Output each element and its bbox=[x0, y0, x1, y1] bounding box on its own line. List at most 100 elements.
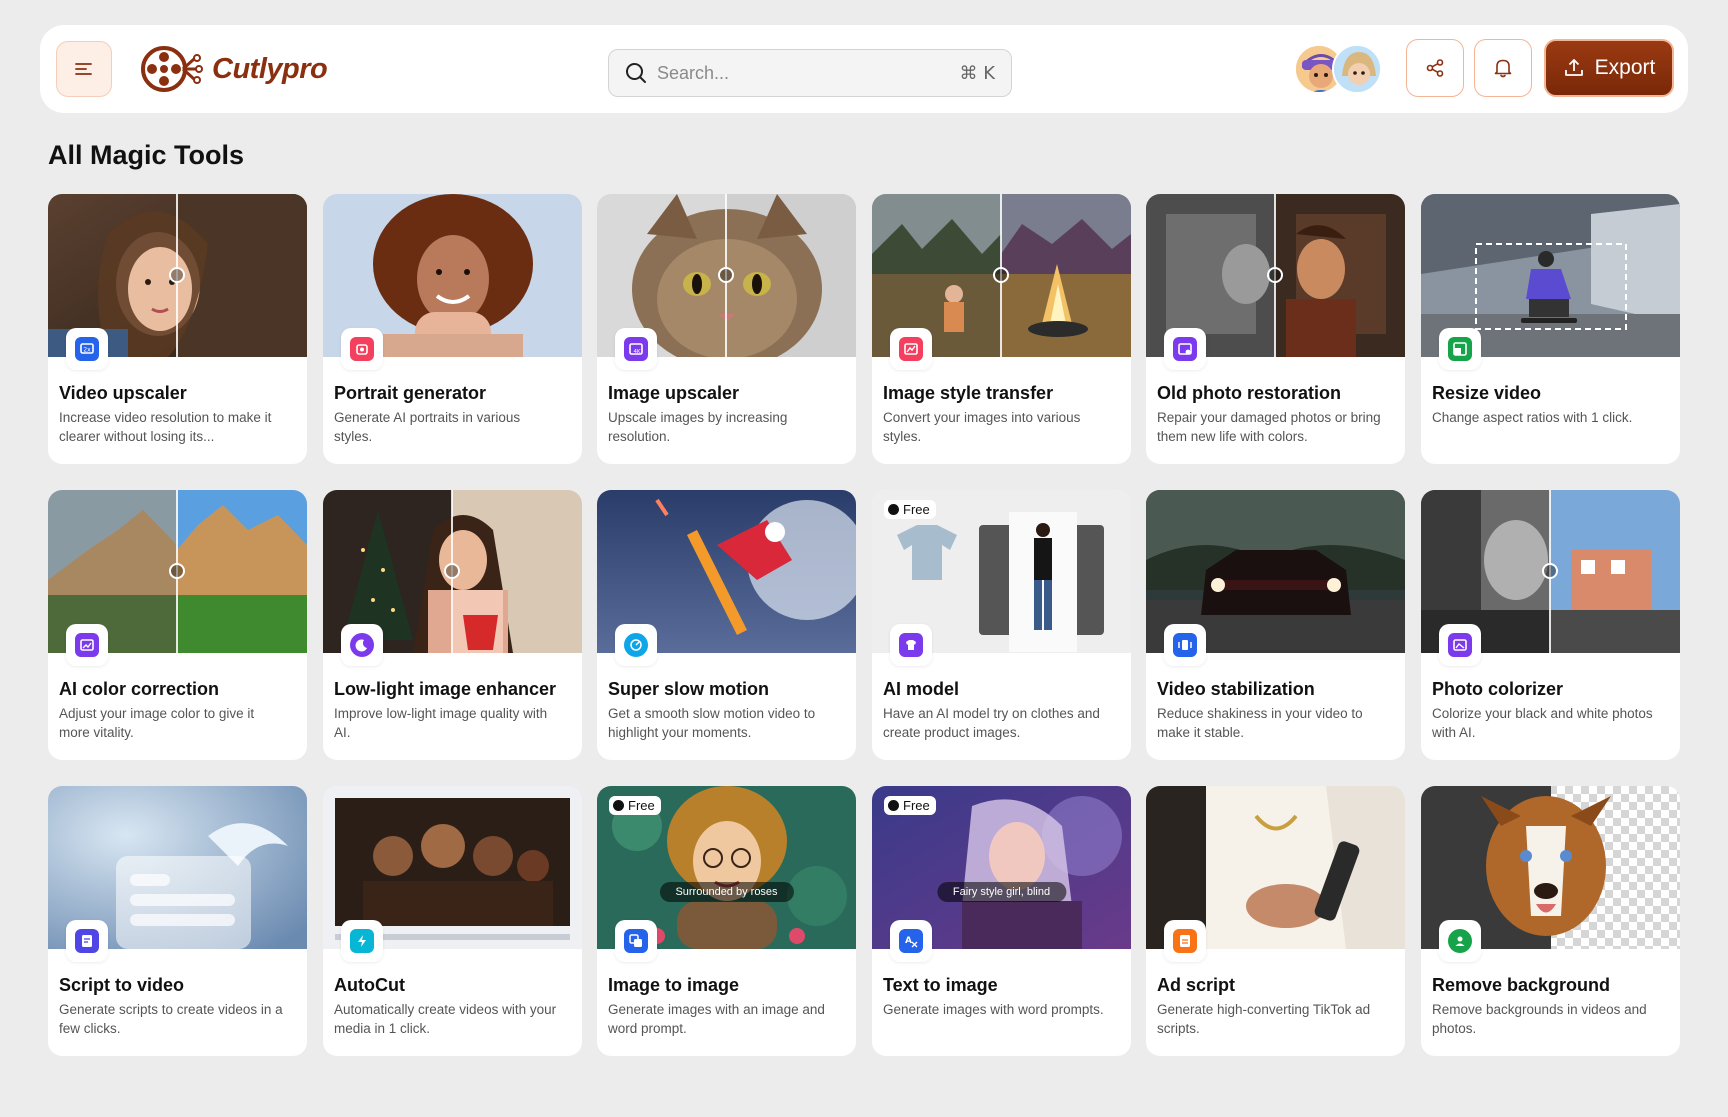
tool-badge bbox=[1164, 624, 1206, 666]
film-reel-icon bbox=[141, 46, 203, 92]
photo-restore-icon bbox=[1178, 343, 1192, 355]
colorize-icon bbox=[1453, 639, 1467, 651]
tool-badge: 2x bbox=[66, 328, 108, 370]
slow-motion-icon bbox=[630, 639, 642, 651]
tool-card-portrait-generator[interactable]: Portrait generator Generate AI portraits… bbox=[323, 194, 582, 464]
prompt-caption: Surrounded by roses bbox=[659, 882, 794, 902]
clock-icon bbox=[613, 800, 624, 811]
video-upscale-icon: 2x bbox=[80, 343, 94, 354]
tool-title: Image to image bbox=[608, 975, 740, 995]
tool-title: Low-light image enhancer bbox=[334, 679, 557, 699]
tool-card-autocut[interactable]: AutoCut Automatically create videos with… bbox=[323, 786, 582, 1056]
search-shortcut: ⌘ K bbox=[959, 62, 995, 84]
tool-title: AutoCut bbox=[334, 975, 405, 995]
tool-description: Remove backgrounds in videos and photos. bbox=[1432, 1002, 1647, 1036]
search-box[interactable]: ⌘ K bbox=[608, 49, 1012, 97]
color-correction-icon bbox=[80, 639, 94, 651]
tool-badge bbox=[341, 624, 383, 666]
upload-icon bbox=[1564, 59, 1583, 76]
avatar[interactable] bbox=[1332, 44, 1382, 94]
tool-card-low-light-image-enhancer[interactable]: Low-light image enhancer Improve low-lig… bbox=[323, 490, 582, 760]
tool-description: Repair your damaged photos or bring them… bbox=[1157, 410, 1381, 444]
tool-badge bbox=[66, 920, 108, 962]
tool-card-resize-video[interactable]: Resize video Change aspect ratios with 1… bbox=[1421, 194, 1680, 464]
tool-title: Ad script bbox=[1157, 975, 1236, 995]
free-tag: Free bbox=[884, 500, 936, 519]
tool-card-image-style-transfer[interactable]: Image style transfer Convert your images… bbox=[872, 194, 1131, 464]
tool-card-old-photo-restoration[interactable]: Old photo restoration Repair your damage… bbox=[1146, 194, 1405, 464]
tool-card-video-stabilization[interactable]: Video stabilization Reduce shakiness in … bbox=[1146, 490, 1405, 760]
tool-description: Get a smooth slow motion video to highli… bbox=[608, 706, 816, 740]
menu-button[interactable] bbox=[56, 41, 112, 97]
tool-description: Adjust your image color to give it more … bbox=[59, 706, 255, 740]
tool-card-image-to-image[interactable]: Free Surrounded by roses Image to image … bbox=[597, 786, 856, 1056]
export-button[interactable]: Export bbox=[1544, 39, 1674, 97]
tool-card-ad-script[interactable]: Ad script Generate high-converting TikTo… bbox=[1146, 786, 1405, 1056]
clock-icon bbox=[888, 800, 899, 811]
autocut-icon bbox=[358, 935, 366, 947]
tool-badge bbox=[1439, 920, 1481, 962]
tool-card-ai-model[interactable]: Free AI model Have an AI model try on cl… bbox=[872, 490, 1131, 760]
search-input[interactable] bbox=[657, 62, 960, 84]
tool-description: Generate images with word prompts. bbox=[883, 1002, 1104, 1017]
logo[interactable]: Cutlypro bbox=[140, 43, 328, 95]
tool-title: Script to video bbox=[59, 975, 185, 995]
prompt-caption: Fairy style girl, blind bbox=[936, 882, 1067, 902]
tool-badge bbox=[1164, 328, 1206, 370]
portrait-icon bbox=[356, 344, 368, 355]
tool-card-super-slow-motion[interactable]: Super slow motion Get a smooth slow moti… bbox=[597, 490, 856, 760]
tshirt-icon bbox=[906, 640, 916, 650]
script-icon bbox=[82, 935, 92, 947]
moon-icon bbox=[355, 639, 367, 652]
tool-badge bbox=[1439, 624, 1481, 666]
tool-badge bbox=[890, 624, 932, 666]
tool-description: Upscale images by increasing resolution. bbox=[608, 410, 788, 444]
tool-card-script-to-video[interactable]: Script to video Generate scripts to crea… bbox=[48, 786, 307, 1056]
tool-description: Colorize your black and white photos wit… bbox=[1432, 706, 1653, 740]
tool-badge bbox=[341, 920, 383, 962]
tool-description: Change aspect ratios with 1 click. bbox=[1432, 410, 1633, 425]
share-button[interactable] bbox=[1406, 39, 1464, 97]
tool-description: Have an AI model try on clothes and crea… bbox=[883, 706, 1100, 740]
resize-icon bbox=[1453, 342, 1467, 356]
search-icon bbox=[626, 63, 646, 83]
tool-card-video-upscaler[interactable]: 2x Video upscaler Increase video resolut… bbox=[48, 194, 307, 464]
tool-card-text-to-image[interactable]: Free Fairy style girl, blind A Text to i… bbox=[872, 786, 1131, 1056]
tool-description: Generate AI portraits in various styles. bbox=[334, 410, 521, 444]
svg-text:A: A bbox=[905, 936, 912, 946]
notifications-button[interactable] bbox=[1474, 39, 1532, 97]
top-header: Cutlypro ⌘ K bbox=[40, 25, 1688, 113]
svg-text:2x: 2x bbox=[83, 347, 91, 354]
collaborator-avatars[interactable] bbox=[1294, 44, 1390, 94]
tool-title: Portrait generator bbox=[334, 383, 487, 403]
tool-card-image-upscaler[interactable]: 4K Image upscaler Upscale images by incr… bbox=[597, 194, 856, 464]
tool-description: Improve low-light image quality with AI. bbox=[334, 706, 548, 740]
tool-title: Image style transfer bbox=[883, 383, 1054, 403]
ad-script-icon bbox=[1180, 935, 1190, 947]
tool-badge bbox=[890, 328, 932, 370]
free-tag: Free bbox=[609, 796, 661, 815]
tool-description: Reduce shakiness in your video to make i… bbox=[1157, 706, 1363, 740]
export-label: Export bbox=[1594, 56, 1656, 79]
tool-title: AI model bbox=[883, 679, 960, 699]
free-tag: Free bbox=[884, 796, 936, 815]
image-upscale-icon: 4K bbox=[629, 343, 643, 355]
tool-title: Super slow motion bbox=[608, 679, 770, 699]
image-to-image-icon bbox=[629, 934, 642, 947]
tool-card-photo-colorizer[interactable]: Photo colorizer Colorize your black and … bbox=[1421, 490, 1680, 760]
tool-badge bbox=[1164, 920, 1206, 962]
style-transfer-icon bbox=[904, 343, 918, 355]
share-icon bbox=[1426, 59, 1444, 77]
clock-icon bbox=[888, 504, 899, 515]
menu-icon bbox=[75, 63, 92, 75]
tool-title: Video upscaler bbox=[59, 383, 187, 403]
page-title: All Magic Tools bbox=[48, 140, 245, 170]
tool-title: Text to image bbox=[883, 975, 998, 995]
tool-title: Old photo restoration bbox=[1157, 383, 1341, 403]
tool-card-remove-background[interactable]: Remove background Remove backgrounds in … bbox=[1421, 786, 1680, 1056]
tool-badge: 4K bbox=[615, 328, 657, 370]
svg-text:4K: 4K bbox=[633, 349, 640, 355]
tool-card-ai-color-correction[interactable]: AI color correction Adjust your image co… bbox=[48, 490, 307, 760]
tool-description: Convert your images into various styles. bbox=[883, 410, 1081, 444]
tool-description: Increase video resolution to make it cle… bbox=[59, 410, 272, 444]
